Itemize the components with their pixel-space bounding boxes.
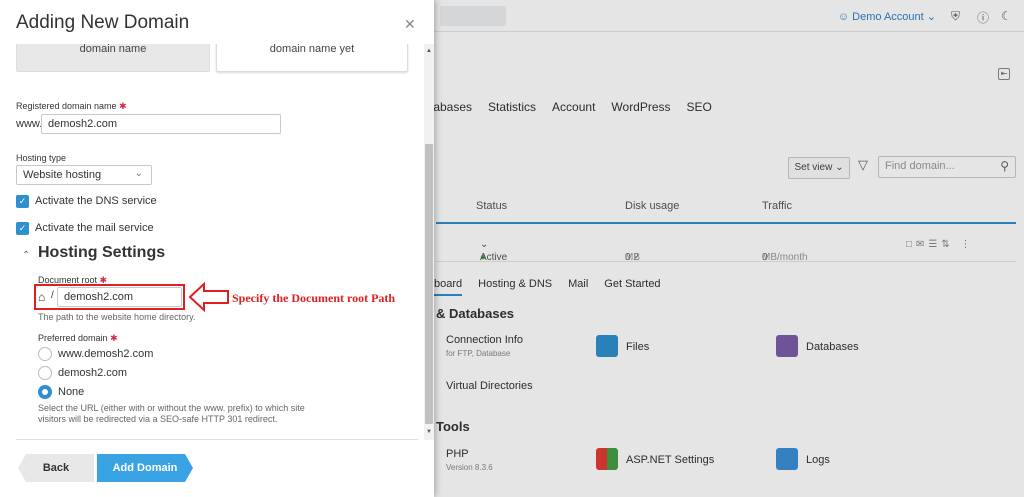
hosting-type-label: Hosting type: [16, 153, 67, 163]
choice-right-label: domain name yet: [269, 44, 355, 55]
dns-checkbox[interactable]: ✓: [16, 195, 29, 208]
choice-left-label: domain name: [79, 44, 147, 55]
radio-domain-label: demosh2.com: [58, 367, 128, 379]
dialog-title: Adding New Domain: [16, 12, 190, 33]
mail-checkbox[interactable]: ✓: [16, 222, 29, 235]
back-button[interactable]: Back: [18, 454, 94, 482]
chevron-down-icon: ⌄: [134, 168, 143, 179]
footer-divider: [16, 439, 418, 440]
document-root-hint: The path to the website home directory.: [38, 312, 196, 322]
left-arrow-icon: [188, 282, 229, 312]
add-domain-button[interactable]: Add Domain: [97, 454, 193, 482]
domain-name-input[interactable]: demosh2.com: [41, 114, 281, 134]
registered-domain-choice[interactable]: domain name: [16, 44, 210, 72]
scroll-up-icon[interactable]: ▲: [426, 48, 432, 54]
radio-none[interactable]: [38, 385, 52, 399]
collapse-caret-icon[interactable]: ⌃: [22, 250, 30, 261]
document-root-highlight: [34, 284, 185, 310]
no-domain-choice[interactable]: domain name yet: [216, 44, 408, 72]
hosting-settings-title[interactable]: Hosting Settings: [38, 244, 165, 262]
radio-none-label: None: [58, 386, 85, 398]
preferred-hint-line-1: Select the URL (either with or without t…: [38, 403, 305, 413]
close-icon[interactable]: ✕: [404, 16, 416, 33]
preferred-domain-label: Preferred domain ✱: [38, 333, 118, 343]
mail-label: Activate the mail service: [35, 222, 154, 234]
annotation-text: Specify the Document root Path: [232, 291, 396, 305]
radio-www-domain[interactable]: [38, 347, 52, 361]
dns-label: Activate the DNS service: [35, 195, 157, 207]
registered-domain-label: Registered domain name ✱: [16, 101, 127, 111]
preferred-hint-line-2: visitors will be redirected via a SEO-sa…: [38, 414, 278, 424]
scroll-thumb[interactable]: [425, 144, 433, 424]
www-prefix: www.: [16, 118, 43, 130]
dialog-scrollbar[interactable]: ▲ ▼: [424, 44, 434, 440]
scroll-down-icon[interactable]: ▼: [426, 429, 432, 435]
radio-domain[interactable]: [38, 366, 52, 380]
hosting-type-select[interactable]: Website hosting ⌄: [16, 165, 152, 185]
hosting-type-value: Website hosting: [23, 169, 102, 181]
radio-www-label: www.demosh2.com: [58, 348, 154, 360]
dialog-scroll-area[interactable]: domain name domain name yet Registered d…: [0, 44, 424, 444]
add-domain-dialog: Adding New Domain ✕ domain name domain n…: [0, 0, 434, 497]
